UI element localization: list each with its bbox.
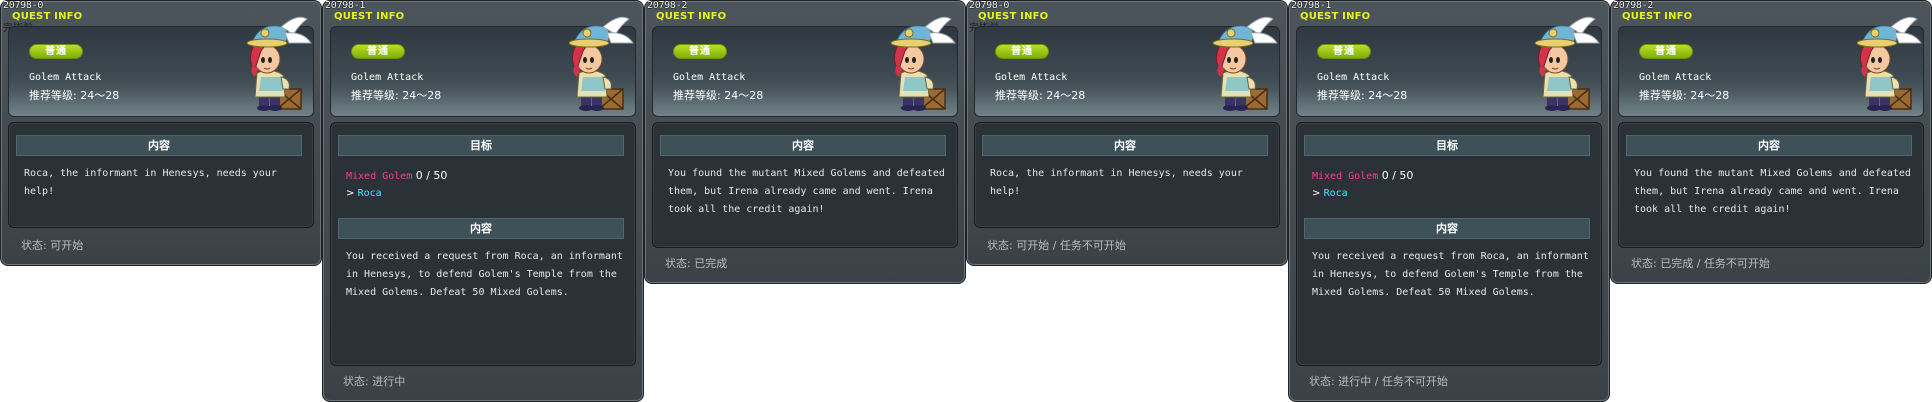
quest-body: 目标 Mixed Golem 0 / 50 > Roca 内容 You rece…	[330, 122, 636, 366]
quest-info-window-0: 20798-0 QUEST INFO 完毕前 普通 Golem Attack 推…	[0, 0, 322, 266]
quest-description: You found the mutant Mixed Golems and de…	[1634, 168, 1911, 215]
npc-roca-portrait	[246, 16, 312, 112]
target-mob-count: 0 / 50	[1378, 169, 1414, 182]
quest-status: 状态: 可开始 / 任务不可开始	[987, 239, 1126, 252]
quest-id: 20798-1	[1291, 0, 1332, 11]
quest-name: Golem Attack	[29, 72, 102, 83]
quest-id: 20798-0	[969, 0, 1010, 11]
quest-description: You received a request from Roca, an inf…	[1312, 251, 1589, 298]
quest-name: Golem Attack	[351, 72, 424, 83]
quest-body: 目标 Mixed Golem 0 / 50 > Roca 内容 You rece…	[1296, 122, 1602, 366]
window-title: QUEST INFO	[12, 11, 83, 22]
npc-roca-portrait	[568, 16, 634, 112]
recommended-level: 推荐等级: 24～28	[1639, 89, 1730, 102]
recommended-level: 推荐等级: 24～28	[351, 89, 442, 102]
recommended-level: 推荐等级: 24～28	[1317, 89, 1408, 102]
quest-body: 内容 You found the mutant Mixed Golems and…	[1618, 122, 1924, 248]
quest-info-window-4: 20798-1 QUEST INFO 普通 Golem Attack 推荐等级:…	[1288, 0, 1610, 402]
target-mob-name: Mixed Golem	[346, 171, 413, 182]
npc-roca-portrait	[1212, 16, 1278, 112]
quest-body: 内容 You found the mutant Mixed Golems and…	[652, 122, 958, 248]
target-npc-arrow: >	[346, 188, 358, 199]
target-mob-row: Mixed Golem 0 / 50	[346, 169, 447, 183]
quest-status: 状态: 进行中	[343, 375, 406, 388]
quest-status: 状态: 可开始	[21, 239, 84, 252]
npc-roca-portrait	[1534, 16, 1600, 112]
npc-roca-portrait	[890, 16, 956, 112]
quest-type-badge: 普通	[1317, 44, 1371, 59]
quest-status: 状态: 已完成	[665, 257, 728, 270]
window-title: QUEST INFO	[1300, 11, 1371, 22]
content-header: 内容	[338, 218, 624, 239]
target-npc-row: > Roca	[1312, 188, 1348, 200]
window-title: QUEST INFO	[334, 11, 405, 22]
target-npc-arrow: >	[1312, 188, 1324, 199]
recommended-level: 推荐等级: 24～28	[995, 89, 1086, 102]
quest-id: 20798-0	[3, 0, 44, 11]
content-header: 内容	[1626, 135, 1912, 156]
window-title: QUEST INFO	[656, 11, 727, 22]
target-header: 目标	[338, 135, 624, 156]
quest-info-window-3: 20798-0 QUEST INFO 完毕前 普通 Golem Attack 推…	[966, 0, 1288, 266]
quest-description: You found the mutant Mixed Golems and de…	[668, 168, 945, 215]
target-mob-count: 0 / 50	[412, 169, 448, 182]
quest-body: 内容 Roca, the informant in Henesys, needs…	[974, 122, 1280, 228]
quest-type-badge: 普通	[673, 44, 727, 59]
target-npc-name: Roca	[1323, 188, 1348, 199]
target-mob-row: Mixed Golem 0 / 50	[1312, 169, 1413, 183]
quest-description: Roca, the informant in Henesys, needs yo…	[990, 168, 1243, 197]
window-title: QUEST INFO	[1622, 11, 1693, 22]
content-header: 内容	[660, 135, 946, 156]
target-header: 目标	[1304, 135, 1590, 156]
quest-name: Golem Attack	[1639, 72, 1712, 83]
quest-info-window-5: 20798-2 QUEST INFO 普通 Golem Attack 推荐等级:…	[1610, 0, 1932, 284]
target-npc-row: > Roca	[346, 188, 382, 200]
quest-body: 内容 Roca, the informant in Henesys, needs…	[8, 122, 314, 228]
quest-type-badge: 普通	[1639, 44, 1693, 59]
quest-type-badge: 普通	[995, 44, 1049, 59]
quest-info-window-2: 20798-2 QUEST INFO 普通 Golem Attack 推荐等级:…	[644, 0, 966, 284]
quest-id: 20798-2	[1613, 0, 1654, 11]
quest-name: Golem Attack	[1317, 72, 1390, 83]
quest-status: 状态: 已完成 / 任务不可开始	[1631, 257, 1770, 270]
window-title: QUEST INFO	[978, 11, 1049, 22]
quest-id: 20798-2	[647, 0, 688, 11]
quest-info-window-1: 20798-1 QUEST INFO 普通 Golem Attack 推荐等级:…	[322, 0, 644, 402]
target-npc-name: Roca	[357, 188, 382, 199]
quest-type-badge: 普通	[29, 44, 83, 59]
quest-name: Golem Attack	[673, 72, 746, 83]
quest-description: Roca, the informant in Henesys, needs yo…	[24, 168, 277, 197]
content-header: 内容	[1304, 218, 1590, 239]
quest-type-badge: 普通	[351, 44, 405, 59]
content-header: 内容	[16, 135, 302, 156]
content-header: 内容	[982, 135, 1268, 156]
quest-status: 状态: 进行中 / 任务不可开始	[1309, 375, 1448, 388]
quest-id: 20798-1	[325, 0, 366, 11]
recommended-level: 推荐等级: 24～28	[673, 89, 764, 102]
recommended-level: 推荐等级: 24～28	[29, 89, 120, 102]
quest-description: You received a request from Roca, an inf…	[346, 251, 623, 298]
npc-roca-portrait	[1856, 16, 1922, 112]
target-mob-name: Mixed Golem	[1312, 171, 1379, 182]
quest-name: Golem Attack	[995, 72, 1068, 83]
